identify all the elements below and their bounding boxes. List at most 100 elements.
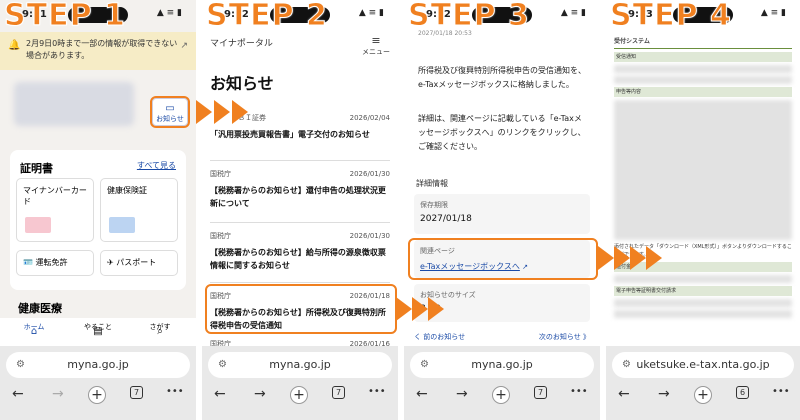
clipboard-icon: ▤ — [93, 326, 103, 337]
url-bar[interactable]: ⚙ myna.go.jp — [208, 352, 392, 378]
blurred-text — [614, 310, 792, 318]
highlight-news-item — [205, 284, 397, 334]
site-settings-icon: ⚙ — [16, 359, 25, 370]
page-title: お知らせ — [210, 74, 274, 93]
retention-label: 保存期限 — [420, 201, 448, 209]
size-label: お知らせのサイズ — [420, 291, 476, 299]
news-date: 2026/01/30 — [349, 170, 390, 178]
news-date: 2026/01/30 — [349, 232, 390, 240]
step-label-3: STEP 3 — [408, 0, 530, 34]
section-contents: 申告等内容 — [614, 87, 792, 97]
news-title: 【税務署からのお知らせ】還付申告の処理状況更新について — [210, 186, 386, 208]
card-health-insurance[interactable]: 健康保険証 — [100, 178, 178, 242]
menu-button[interactable]: ≡ メニュー — [362, 34, 390, 57]
more-icon[interactable]: ••• — [772, 386, 790, 397]
highlight-notice-button — [150, 96, 190, 128]
highlight-related-link — [408, 238, 598, 280]
divider — [210, 160, 390, 161]
step-label-4: STEP 4 — [610, 0, 732, 34]
more-icon[interactable]: ••• — [570, 386, 588, 397]
certificate-section: 証明書 すべて見る マイナンバーカード 健康保険証 🪪 運転免許 ✈ パスポート — [10, 150, 186, 290]
browser-toolbar: ⚙ myna.go.jp ← → +7 ••• — [202, 346, 398, 420]
phone-screen-2: 9:22 ▲ ≡ ▮ マイナポータル ≡ メニュー お知らせ ＳＢＩ証券 2026/0… — [202, 0, 398, 420]
see-all-link[interactable]: すべて見る — [137, 160, 176, 171]
nav-todo[interactable]: ▤ やること — [78, 322, 118, 337]
forward-icon[interactable]: → — [456, 386, 468, 402]
card-license-label: 運転免許 — [35, 258, 68, 267]
message-body-2: 詳細は、関連ページに記載している「e-Taxメッセージボックスへ」のリンクをクリ… — [418, 114, 586, 151]
back-icon[interactable]: ← — [12, 386, 24, 402]
retention-value: 2027/01/18 — [420, 214, 472, 224]
news-title: 【税務署からのお知らせ】給与所得の源泉徴収票情報に関するお知らせ — [210, 248, 386, 270]
id-card-icon — [25, 217, 51, 233]
nav-home[interactable]: ⌂ ホーム — [14, 322, 54, 337]
status-icons: ▲ ≡ ▮ — [760, 8, 786, 18]
message-body-1: 所得税及び復興特別所得税申告の受信通知を、e-Taxメッセージボックスに格納しま… — [418, 66, 586, 89]
card-mynumber-label: マイナンバーカード — [23, 186, 87, 206]
bottom-app-nav: ⌂ ホーム ▤ やること ⌕ さがす — [0, 318, 196, 348]
arrow-icon — [412, 297, 428, 321]
section-received: 受信通知 — [614, 52, 792, 62]
header-rule — [614, 48, 792, 49]
menu-label: メニュー — [362, 48, 390, 56]
divider — [210, 282, 390, 283]
retention-box: 保存期限 2027/01/18 — [414, 194, 590, 234]
next-notice-link[interactable]: 次のお知らせ 》 — [539, 332, 590, 342]
url-text: myna.go.jp — [471, 358, 533, 371]
blurred-text — [614, 275, 792, 283]
blurred-text — [614, 65, 792, 73]
phone-screen-1: 9:21 ▲ ≡ ▮ 🔔 2月9日0時まで一部の情報が取得できない場合があります。 ↗… — [0, 0, 196, 420]
tab-count: 6 — [736, 386, 749, 399]
arrow-icon — [214, 100, 230, 124]
forward-icon[interactable]: → — [658, 386, 670, 402]
more-icon[interactable]: ••• — [368, 386, 386, 397]
detail-heading: 詳細情報 — [416, 179, 448, 188]
health-section-title: 健康医療 — [18, 302, 62, 315]
step-label-1: STEP 1 — [4, 0, 126, 34]
card-passport[interactable]: ✈ パスポート — [100, 250, 178, 276]
home-icon: ⌂ — [30, 326, 38, 337]
size-value: 8 KB — [420, 304, 441, 314]
site-settings-icon: ⚙ — [420, 359, 429, 370]
status-icons: ▲ ≡ ▮ — [560, 8, 586, 18]
url-text: myna.go.jp — [67, 358, 129, 371]
arrow-icon — [232, 100, 248, 124]
url-bar[interactable]: ⚙ myna.go.jp — [6, 352, 190, 378]
phone-screen-4: 9:23 ▲ ≡ ▮ 受付システム 受信通知 申告等内容 添付されたデータ「ダウン… — [606, 0, 800, 420]
warning-banner[interactable]: 🔔 2月9日0時まで一部の情報が取得できない場合があります。 ↗ — [0, 32, 196, 70]
etax-document: 受付システム 受信通知 申告等内容 添付されたデータ「ダウンロード（XML形式）… — [614, 30, 792, 321]
more-icon[interactable]: ••• — [166, 386, 184, 397]
tab-count: 7 — [534, 386, 547, 399]
card-mynumber[interactable]: マイナンバーカード — [16, 178, 94, 242]
phone-screen-3: 9:22 ▲ ≡ ▮ 2027/01/18 20:53 所得税及び復興特別所得税申… — [404, 0, 600, 420]
prev-notice-link[interactable]: く 前のお知らせ — [414, 333, 465, 341]
news-item-2[interactable]: 国税庁 2026/01/30 【税務署からのお知らせ】還付申告の処理状況更新について — [210, 168, 390, 212]
nav-search[interactable]: ⌕ さがす — [140, 322, 180, 337]
news-date: 2026/02/04 — [349, 114, 390, 122]
url-bar[interactable]: ⚙ uketsuke.e-tax.nta.go.jp — [612, 352, 794, 378]
external-link-icon: ↗ — [180, 41, 188, 51]
card-drivers-license[interactable]: 🪪 運転免許 — [16, 250, 94, 276]
tab-count: 7 — [332, 386, 345, 399]
browser-toolbar: ⚙ myna.go.jp ← → +7 ••• — [0, 346, 196, 420]
step-label-2: STEP 2 — [206, 0, 328, 34]
back-icon[interactable]: ← — [618, 386, 630, 402]
forward-icon[interactable]: → — [254, 386, 266, 402]
url-bar[interactable]: ⚙ myna.go.jp — [410, 352, 594, 378]
news-item-3[interactable]: 国税庁 2026/01/30 【税務署からのお知らせ】給与所得の源泉徴収票情報に関す… — [210, 230, 390, 274]
url-text: uketsuke.e-tax.nta.go.jp — [636, 358, 770, 371]
browser-toolbar: ⚙ myna.go.jp ← → +7 ••• — [404, 346, 600, 420]
forward-icon[interactable]: → — [52, 386, 64, 402]
blurred-text — [614, 76, 792, 84]
card-health-label: 健康保険証 — [107, 186, 147, 195]
arrow-icon — [428, 297, 444, 321]
site-settings-icon: ⚙ — [622, 359, 631, 370]
back-icon[interactable]: ← — [416, 386, 428, 402]
browser-toolbar: ⚙ uketsuke.e-tax.nta.go.jp ← → +6 ••• — [606, 346, 800, 420]
portal-logo[interactable]: マイナポータル — [210, 36, 273, 49]
back-icon[interactable]: ← — [214, 386, 226, 402]
pager: く 前のお知らせ 次のお知らせ 》 — [414, 332, 590, 342]
divider — [210, 222, 390, 223]
arrow-icon — [396, 297, 412, 321]
site-settings-icon: ⚙ — [218, 359, 227, 370]
